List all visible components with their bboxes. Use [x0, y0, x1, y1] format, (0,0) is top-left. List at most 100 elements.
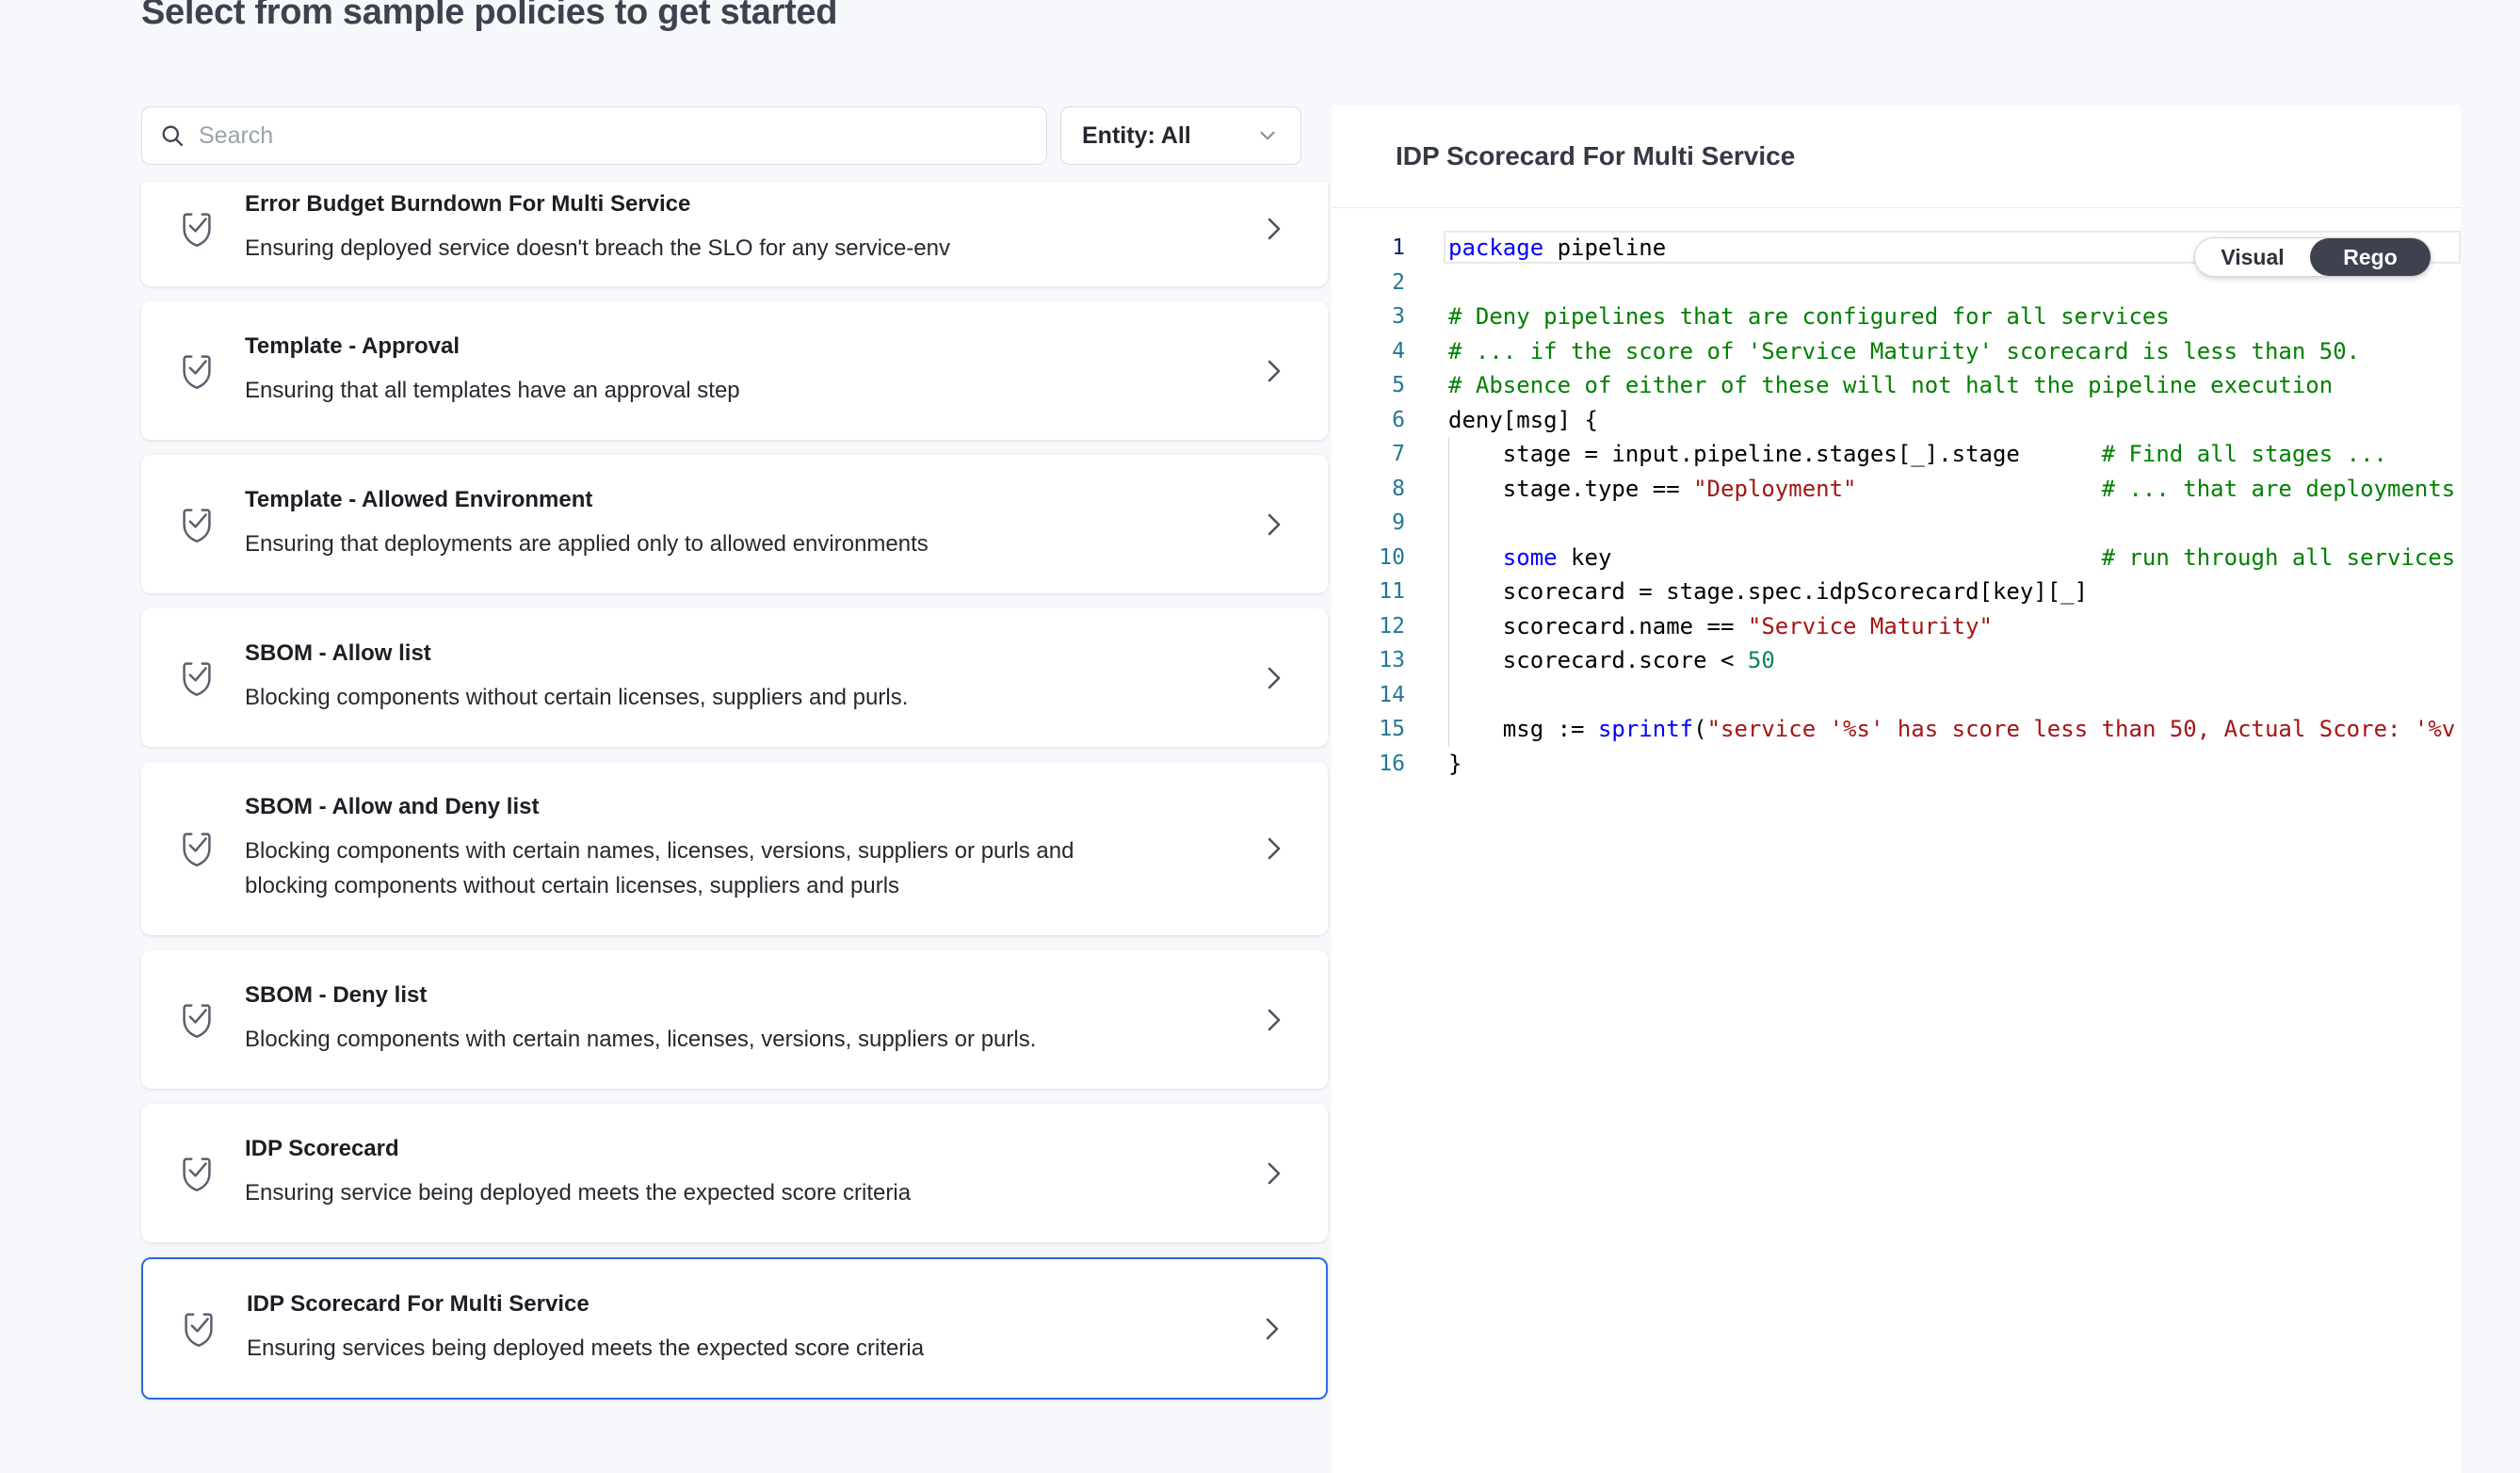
code-line-content	[1448, 678, 2461, 713]
chevron-right-icon	[1264, 509, 1284, 541]
chevron-right-icon	[1264, 1157, 1284, 1190]
chevron-right-icon	[1264, 833, 1284, 865]
policy-card-text: Error Budget Burndown For Multi ServiceE…	[245, 191, 1237, 266]
chevron-right-icon	[1262, 1313, 1283, 1345]
line-number: 5	[1332, 368, 1448, 403]
line-number: 16	[1332, 747, 1448, 782]
chevron-right-icon	[1264, 213, 1284, 245]
code-line-content: scorecard = stage.spec.idpScorecard[key]…	[1448, 575, 2461, 609]
chevron-right-icon	[1264, 1004, 1284, 1036]
chevron-right-icon	[1264, 662, 1284, 694]
chevron-right-icon	[1264, 355, 1284, 387]
toggle-rego-button[interactable]: Rego	[2310, 238, 2431, 276]
code-line: 12 scorecard.name == "Service Maturity"	[1332, 609, 2461, 644]
chevron-right-icon	[1264, 1004, 1284, 1036]
view-mode-toggle[interactable]: Visual Rego	[2194, 237, 2431, 277]
shield-check-icon	[175, 998, 218, 1042]
policy-card-description: Ensuring that all templates have an appr…	[245, 373, 1083, 408]
chevron-down-icon	[1255, 123, 1280, 148]
chevron-right-icon	[1262, 1313, 1283, 1345]
line-number: 4	[1332, 334, 1448, 369]
line-number: 14	[1332, 678, 1448, 713]
policy-card-description: Ensuring services being deployed meets t…	[247, 1331, 1085, 1366]
policy-card-description: Blocking components without certain lice…	[245, 680, 1083, 715]
shield-check-icon	[175, 998, 218, 1042]
code-line: 5# Absence of either of these will not h…	[1332, 368, 2461, 403]
line-number: 1	[1332, 231, 1448, 266]
code-line-content	[1448, 506, 2461, 541]
policy-preview-panel: IDP Scorecard For Multi Service 1package…	[1332, 105, 2461, 1473]
policy-card[interactable]: SBOM - Allow and Deny list Blocking compo…	[141, 762, 1328, 935]
code-line: 9	[1332, 506, 2461, 541]
policy-card-title: Template - Allowed Environment	[245, 487, 1237, 513]
shield-check-icon	[175, 1152, 218, 1195]
line-number: 3	[1332, 299, 1448, 334]
line-number: 9	[1332, 506, 1448, 541]
code-line: 6deny[msg] {	[1332, 403, 2461, 438]
search-input[interactable]	[199, 122, 1029, 150]
line-number: 6	[1332, 403, 1448, 438]
entity-filter-dropdown[interactable]: Entity: All	[1060, 106, 1301, 165]
policy-card[interactable]: Template - Allowed EnvironmentEnsuring t…	[141, 455, 1328, 593]
search-box[interactable]	[141, 106, 1047, 165]
policy-card-title: Error Budget Burndown For Multi Service	[245, 191, 1237, 218]
shield-check-icon	[175, 349, 218, 393]
code-line: 13 scorecard.score < 50	[1332, 643, 2461, 678]
policy-card[interactable]: IDP ScorecardEnsuring service being depl…	[141, 1104, 1328, 1242]
line-number: 12	[1332, 609, 1448, 644]
policy-card[interactable]: SBOM - Allow list Blocking components wit…	[141, 608, 1328, 747]
policy-card-text: Template - Approval Ensuring that all tem…	[245, 333, 1237, 408]
policy-card-text: IDP Scorecard For Multi ServiceEnsuring …	[247, 1291, 1236, 1366]
line-number: 7	[1332, 437, 1448, 472]
line-number: 8	[1332, 472, 1448, 507]
entity-filter-label: Entity: All	[1082, 122, 1191, 150]
code-line: 14	[1332, 678, 2461, 713]
panel-divider	[1332, 207, 2461, 208]
policy-card-description: Blocking components with certain names, …	[245, 834, 1083, 903]
chevron-right-icon	[1264, 213, 1284, 245]
code-line-content: # Deny pipelines that are configured for…	[1448, 299, 2461, 334]
code-line-content: msg := sprintf("service '%s' has score l…	[1448, 712, 2461, 747]
shield-check-icon	[175, 1152, 218, 1195]
chevron-right-icon	[1264, 355, 1284, 387]
code-line: 3# Deny pipelines that are configured fo…	[1332, 299, 2461, 334]
policy-card[interactable]: Error Budget Burndown For Multi ServiceE…	[141, 182, 1328, 286]
policy-card-title: Template - Approval	[245, 333, 1237, 360]
chevron-right-icon	[1264, 833, 1284, 865]
policy-card-title: SBOM - Allow list	[245, 640, 1237, 667]
policy-card[interactable]: Template - Approval Ensuring that all tem…	[141, 301, 1328, 440]
code-line: 15 msg := sprintf("service '%s' has scor…	[1332, 712, 2461, 747]
shield-check-icon	[175, 827, 218, 870]
policy-card-text: Template - Allowed EnvironmentEnsuring t…	[245, 487, 1237, 561]
line-number: 15	[1332, 712, 1448, 747]
shield-check-icon	[175, 207, 218, 251]
code-line: 16}	[1332, 747, 2461, 782]
policy-card-title: SBOM - Deny list	[245, 982, 1237, 1009]
policy-card[interactable]: SBOM - Deny listBlocking components with…	[141, 950, 1328, 1089]
policy-card[interactable]: IDP Scorecard For Multi ServiceEnsuring …	[141, 1257, 1328, 1400]
policy-list: Error Budget Burndown For Multi Service E…	[141, 182, 1328, 1400]
code-line-content: scorecard.score < 50	[1448, 643, 2461, 678]
policy-card-text: SBOM - Deny listBlocking components with…	[245, 982, 1237, 1057]
policy-card-title: SBOM - Allow and Deny list	[245, 794, 1237, 820]
shield-check-icon	[177, 1307, 220, 1351]
panel-title: IDP Scorecard For Multi Service	[1396, 141, 1795, 171]
code-line-content: some key # run through all services	[1448, 541, 2461, 575]
code-line: 10 some key # run through all services	[1332, 541, 2461, 575]
code-line-content: # ... if the score of 'Service Maturity'…	[1448, 334, 2461, 369]
policy-card-text: SBOM - Allow list Blocking components wit…	[245, 640, 1237, 715]
policy-card-description: Ensuring service being deployed meets th…	[245, 1175, 1083, 1210]
chevron-right-icon	[1264, 662, 1284, 694]
shield-check-icon	[175, 656, 218, 700]
policy-card-text: IDP ScorecardEnsuring service being depl…	[245, 1136, 1237, 1210]
code-rows: 1package pipeline23# Deny pipelines that…	[1332, 231, 2461, 781]
code-editor: 1package pipeline23# Deny pipelines that…	[1332, 231, 2461, 1473]
shield-check-icon	[175, 656, 218, 700]
page-title: Select from sample policies to get start…	[141, 0, 837, 33]
shield-check-icon	[175, 827, 218, 870]
line-number: 2	[1332, 266, 1448, 300]
toggle-visual-button[interactable]: Visual	[2195, 245, 2310, 270]
code-line-content: stage = input.pipeline.stages[_].stage #…	[1448, 437, 2461, 472]
code-line-content: stage.type == "Deployment" # ... that ar…	[1448, 472, 2461, 507]
shield-check-icon	[175, 503, 218, 546]
